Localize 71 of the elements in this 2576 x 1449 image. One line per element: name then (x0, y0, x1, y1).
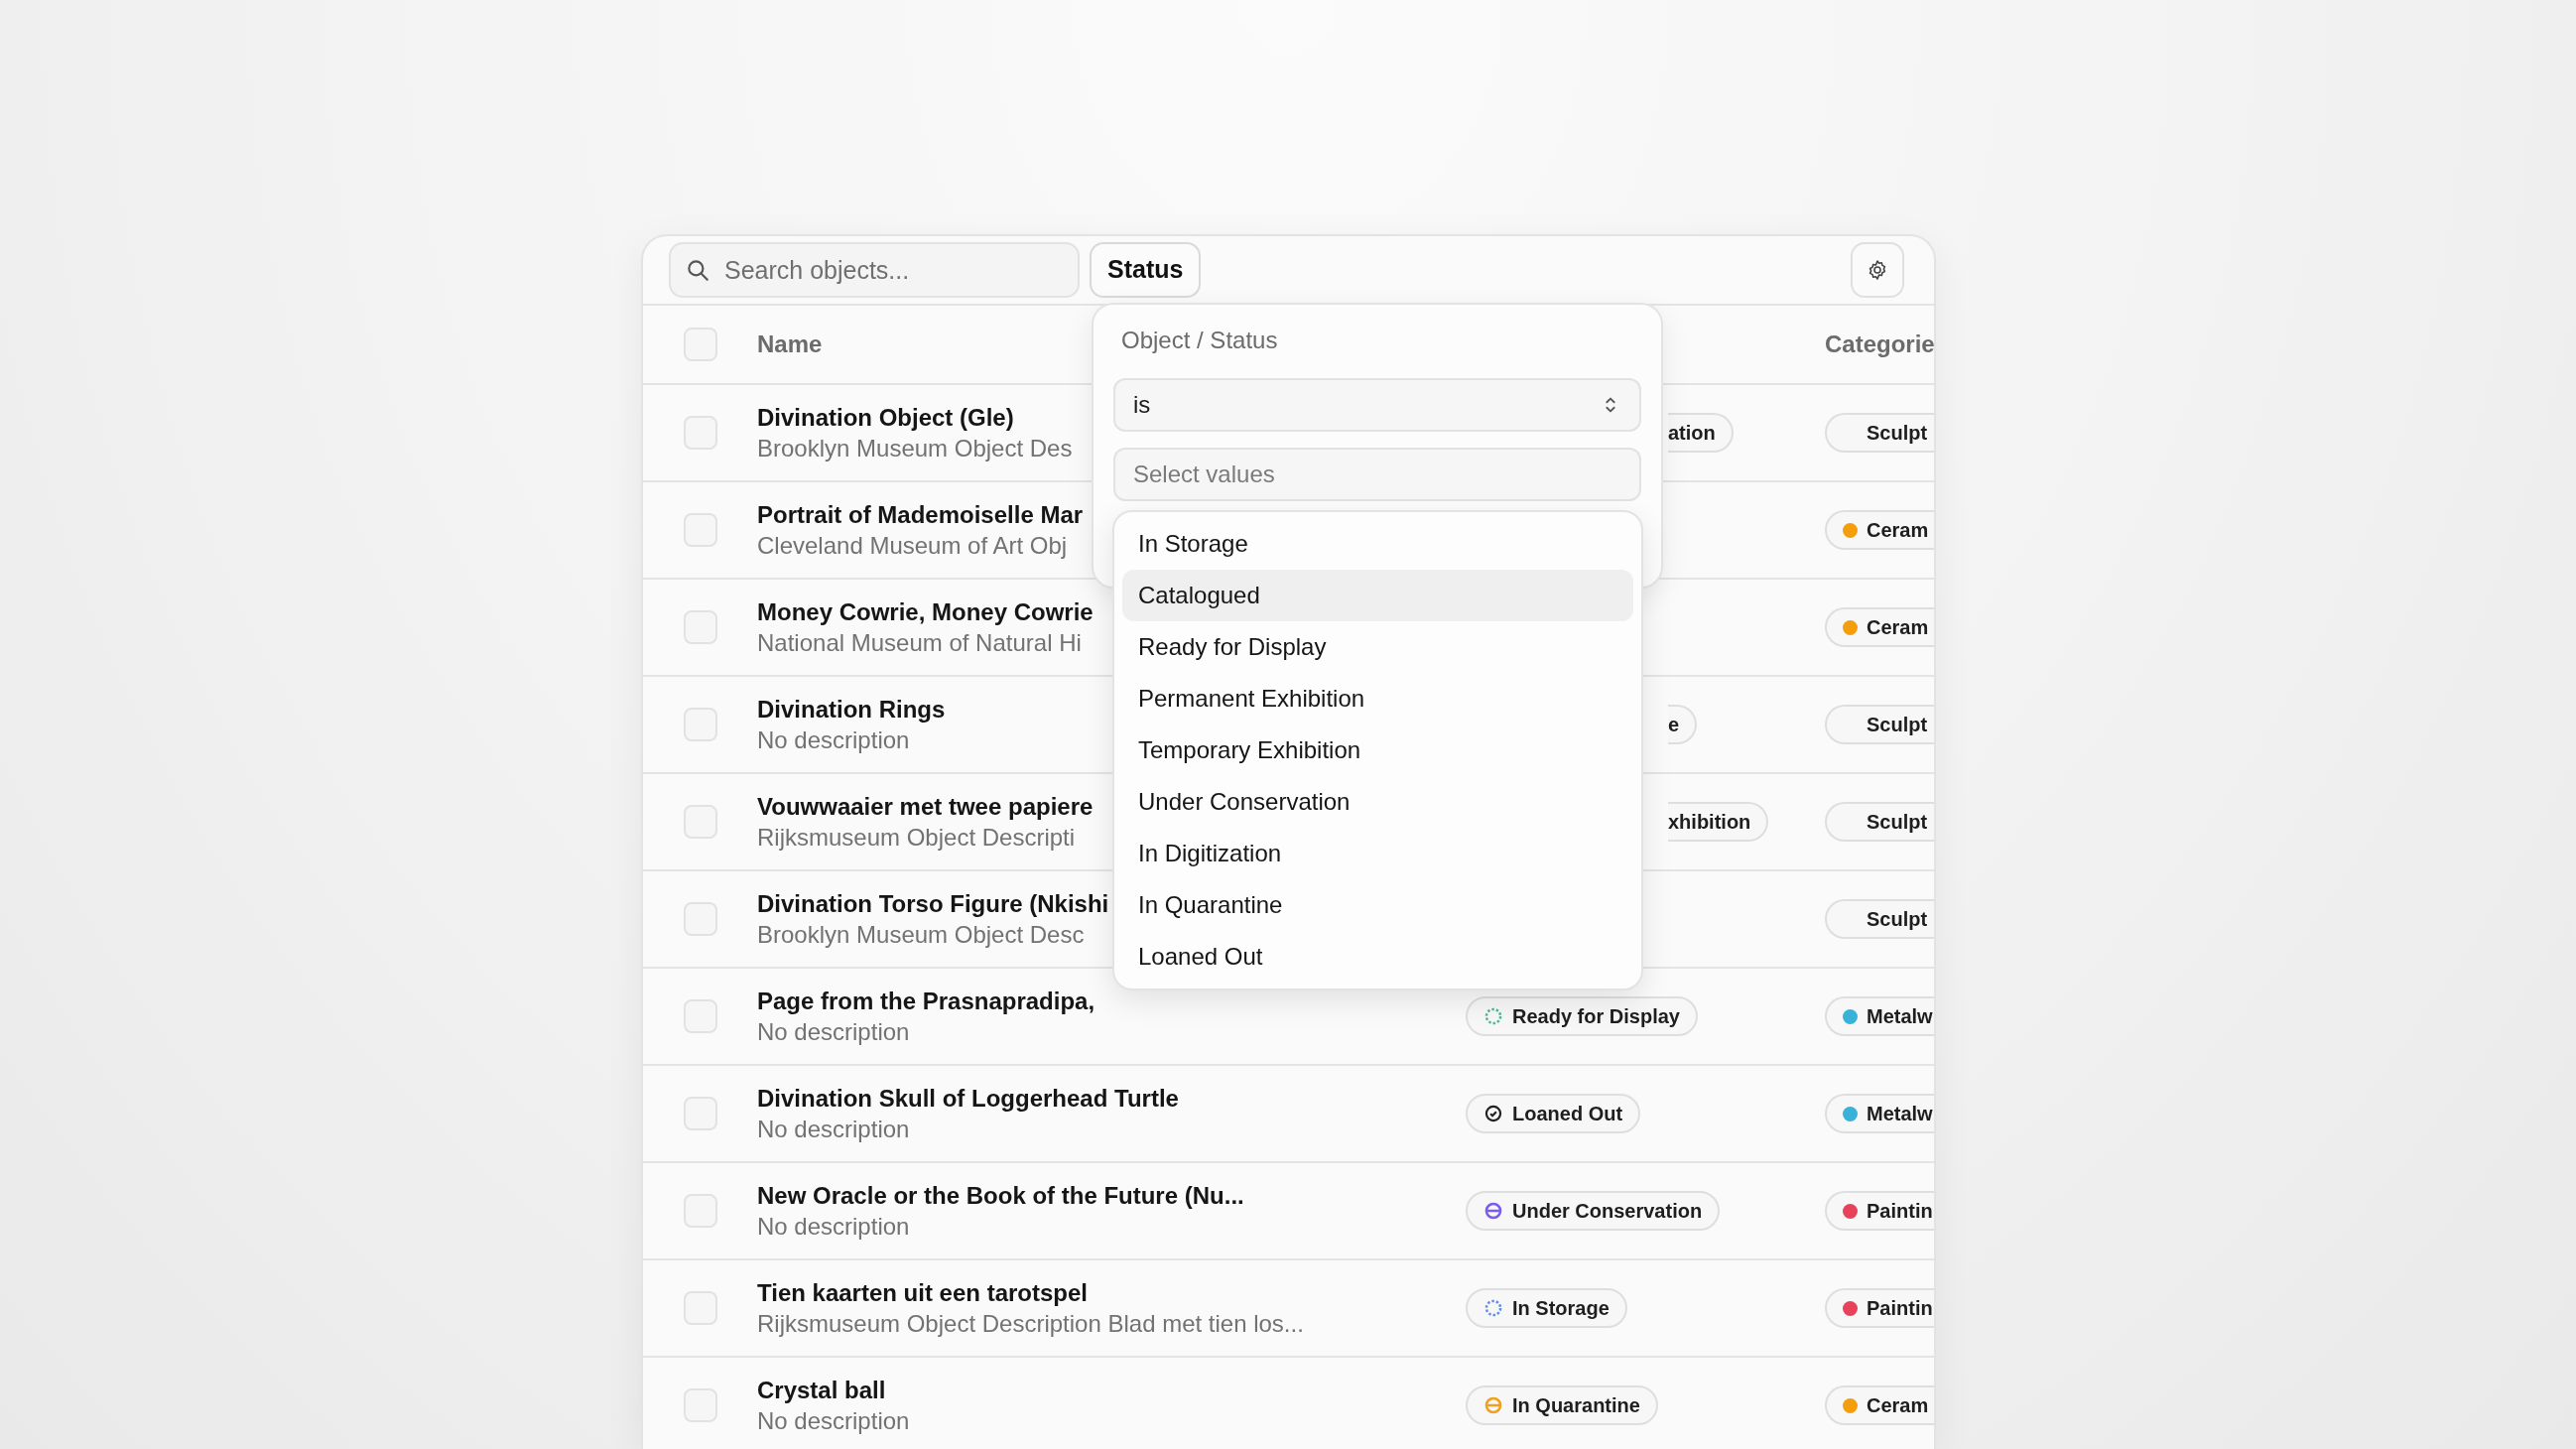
row-checkbox[interactable] (684, 610, 717, 644)
object-name: Divination Skull of Loggerhead Turtle (757, 1083, 1179, 1114)
row-checkbox[interactable] (684, 1097, 717, 1130)
category-tag: Sculpt (1825, 899, 1934, 939)
object-description: No description (757, 725, 910, 755)
category-tag: Sculpt (1825, 705, 1934, 744)
object-name: Page from the Prasnapradipa, (757, 986, 1095, 1016)
category-tag: Sculpt (1825, 802, 1934, 842)
option-item[interactable]: Temporary Exhibition (1122, 724, 1633, 776)
category-tag: Metalw (1825, 1094, 1934, 1133)
object-name: Portrait of Mademoiselle Mar (757, 499, 1084, 530)
row-checkbox[interactable] (684, 1388, 717, 1422)
option-item[interactable]: In Digitization (1122, 828, 1633, 879)
option-item[interactable]: Loaned Out (1122, 931, 1633, 983)
object-description: Rijksmuseum Object Descripti (757, 823, 1076, 853)
status-tag: Under Conservation (1466, 1191, 1721, 1231)
status-tag: e (1668, 705, 1698, 744)
column-header: Categorie (1825, 330, 1934, 357)
settings-button[interactable] (1851, 242, 1904, 298)
option-item[interactable]: Catalogued (1122, 570, 1633, 621)
category-tag: Ceram (1825, 1385, 1934, 1425)
object-name: New Oracle or the Book of the Future (Nu... (757, 1180, 1244, 1211)
object-description: Cleveland Museum of Art Obj (757, 531, 1068, 561)
category-tag: Ceram (1825, 510, 1934, 550)
column-header: Name (757, 330, 823, 357)
values-field[interactable]: Select values (1113, 448, 1641, 501)
status-tag: ation (1668, 413, 1734, 453)
status-tag: Ready for Display (1466, 996, 1698, 1036)
category-tag: Paintin (1825, 1191, 1934, 1231)
popover-title: Object / Status (1120, 326, 1279, 355)
row-checkbox[interactable] (684, 708, 717, 741)
status-filter-button[interactable]: Status (1090, 242, 1202, 298)
object-description: No description (757, 1212, 910, 1242)
option-item[interactable]: Permanent Exhibition (1122, 673, 1633, 724)
search-icon (685, 257, 710, 283)
operator-select[interactable]: is (1113, 378, 1641, 432)
row-checkbox[interactable] (684, 1194, 717, 1228)
row-checkbox[interactable] (684, 513, 717, 547)
option-item[interactable]: Ready for Display (1122, 621, 1633, 673)
object-name: Divination Rings (757, 694, 946, 724)
object-name: Money Cowrie, Money Cowrie (757, 596, 1094, 627)
category-tag: Metalw (1825, 996, 1934, 1036)
object-name: Tien kaarten uit een tarotspel (757, 1277, 1088, 1308)
status-tag: In Storage (1466, 1288, 1627, 1328)
object-description: No description (757, 1017, 910, 1047)
row-checkbox[interactable] (684, 1291, 717, 1325)
status-tag: xhibition (1668, 802, 1769, 842)
row-checkbox[interactable] (684, 999, 717, 1033)
status-tag: In Quarantine (1466, 1385, 1658, 1425)
row-checkbox[interactable] (684, 416, 717, 450)
row-checkbox[interactable] (684, 902, 717, 936)
category-tag: Paintin (1825, 1288, 1934, 1328)
object-description: Rijksmuseum Object Description Blad met tien los... (757, 1309, 1304, 1339)
status-tag: Loaned Out (1466, 1094, 1641, 1133)
object-description: Brooklyn Museum Object Des (757, 434, 1073, 463)
category-tag: Ceram (1825, 607, 1934, 647)
object-description: No description (757, 1115, 910, 1144)
search-field[interactable]: Search objects... (669, 242, 1080, 298)
object-description: No description (757, 1406, 910, 1436)
object-description: Brooklyn Museum Object Desc (757, 920, 1085, 950)
option-item[interactable]: In Quarantine (1122, 879, 1633, 931)
object-description: National Museum of Natural Hi (757, 628, 1082, 658)
row-checkbox[interactable] (684, 805, 717, 839)
object-name: Crystal ball (757, 1375, 886, 1405)
select-all-checkbox[interactable] (684, 328, 717, 361)
object-name: Divination Torso Figure (Nkishi (757, 888, 1109, 919)
option-item[interactable]: Under Conservation (1122, 776, 1633, 828)
object-name: Vouwwaaier met twee papiere (757, 791, 1094, 822)
option-item[interactable]: In Storage (1122, 518, 1633, 570)
category-tag: Sculpt (1825, 413, 1934, 453)
object-name: Divination Object (Gle) (757, 402, 1014, 433)
